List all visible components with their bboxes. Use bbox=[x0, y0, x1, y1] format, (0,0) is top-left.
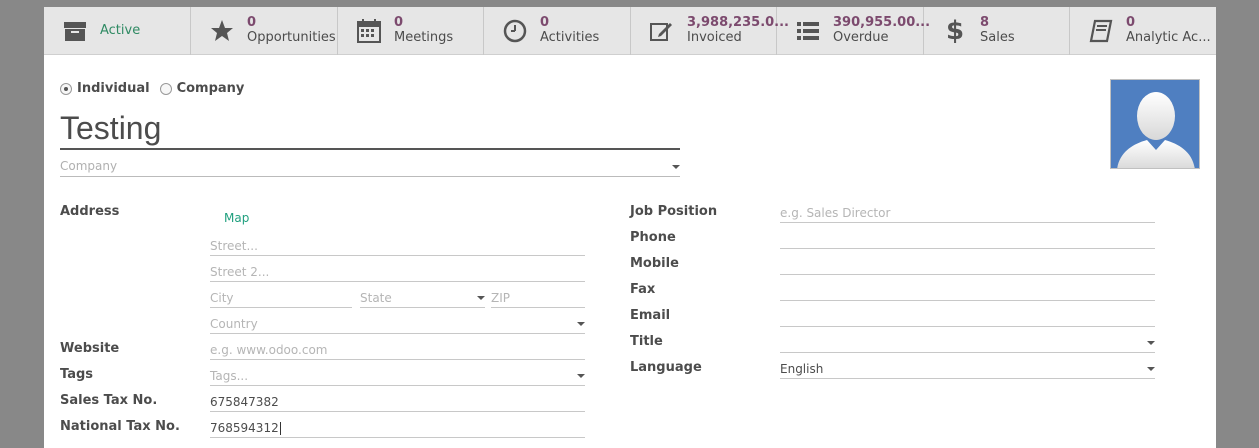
zip-input[interactable]: ZIP bbox=[491, 288, 585, 308]
sales-tax-input[interactable]: 675847382 bbox=[210, 392, 585, 412]
street2-input[interactable]: Street 2... bbox=[210, 262, 585, 282]
map-link[interactable]: Map bbox=[224, 211, 249, 225]
company-radio-label: Company bbox=[176, 81, 245, 96]
overdue-button[interactable]: 390,955.00... Overdue bbox=[777, 7, 930, 55]
language-label: Language bbox=[630, 360, 702, 375]
archive-icon bbox=[62, 18, 88, 44]
chevron-down-icon[interactable] bbox=[577, 322, 585, 326]
individual-radio[interactable]: Individual bbox=[60, 81, 150, 96]
opportunities-button[interactable]: 0 Opportunities bbox=[191, 7, 338, 55]
activities-button[interactable]: 0 Activities bbox=[484, 7, 631, 55]
clock-icon bbox=[502, 18, 528, 44]
country-placeholder: Country bbox=[210, 317, 258, 331]
state-placeholder: State bbox=[360, 291, 392, 305]
address-label: Address bbox=[60, 204, 120, 219]
overdue-label: Overdue bbox=[833, 30, 889, 45]
avatar[interactable] bbox=[1110, 79, 1200, 169]
overdue-amount: 390,955.00... bbox=[833, 15, 931, 30]
activities-count: 0 bbox=[540, 15, 550, 30]
city-input[interactable]: City bbox=[210, 288, 352, 308]
dollar-icon: $ bbox=[945, 16, 965, 46]
website-input[interactable]: e.g. www.odoo.com bbox=[210, 340, 585, 360]
email-input[interactable] bbox=[780, 307, 1155, 327]
individual-radio-label: Individual bbox=[77, 81, 150, 96]
meetings-count: 0 bbox=[394, 15, 404, 30]
invoiced-button[interactable]: 3,988,235.0... Invoiced bbox=[631, 7, 789, 55]
national-tax-value: 768594312 bbox=[210, 421, 279, 435]
analytic-accounts-button[interactable]: 0 Analytic Ac... bbox=[1070, 7, 1216, 55]
partner-name-input[interactable]: Testing bbox=[60, 108, 680, 150]
company-placeholder: Company bbox=[60, 159, 118, 173]
invoiced-amount: 3,988,235.0... bbox=[687, 15, 789, 30]
opportunities-count: 0 bbox=[247, 15, 257, 30]
website-label: Website bbox=[60, 341, 120, 356]
company-radio[interactable]: Company bbox=[159, 81, 245, 96]
tags-select[interactable]: Tags... bbox=[210, 366, 585, 386]
analytic-accounts-count: 0 bbox=[1126, 15, 1136, 30]
company-radio-circle[interactable] bbox=[159, 82, 172, 95]
language-value: English bbox=[780, 362, 824, 376]
list-icon bbox=[795, 18, 821, 44]
mobile-input[interactable] bbox=[780, 255, 1155, 275]
phone-input[interactable] bbox=[780, 229, 1155, 249]
sales-label: Sales bbox=[980, 30, 1015, 45]
title-select[interactable] bbox=[780, 333, 1155, 353]
form-sheet: Active 0 Opportunities 0 Meetings 0 Acti… bbox=[44, 7, 1216, 448]
street-input[interactable]: Street... bbox=[210, 236, 585, 256]
chevron-down-icon[interactable] bbox=[477, 296, 485, 300]
fax-label: Fax bbox=[630, 282, 656, 297]
active-toggle-button[interactable]: Active bbox=[44, 7, 191, 55]
star-icon bbox=[209, 18, 235, 44]
edit-icon bbox=[649, 18, 675, 44]
sales-count: 8 bbox=[980, 15, 990, 30]
phone-label: Phone bbox=[630, 230, 676, 245]
job-position-input[interactable]: e.g. Sales Director bbox=[780, 203, 1155, 223]
fax-input[interactable] bbox=[780, 281, 1155, 301]
company-type-selector: Individual Company bbox=[60, 81, 244, 96]
company-select[interactable]: Company bbox=[60, 157, 680, 177]
language-select[interactable]: English bbox=[780, 359, 1155, 379]
analytic-accounts-label: Analytic Ac... bbox=[1126, 30, 1211, 45]
tags-placeholder: Tags... bbox=[210, 369, 249, 383]
smart-button-box: Active 0 Opportunities 0 Meetings 0 Acti… bbox=[44, 7, 1216, 55]
chevron-down-icon[interactable] bbox=[672, 165, 680, 169]
person-silhouette-icon bbox=[1117, 92, 1195, 168]
national-tax-label: National Tax No. bbox=[60, 419, 180, 434]
chevron-down-icon[interactable] bbox=[577, 374, 585, 378]
meetings-label: Meetings bbox=[394, 30, 454, 45]
opportunities-label: Opportunities bbox=[247, 30, 336, 45]
active-label: Active bbox=[100, 23, 141, 38]
meetings-button[interactable]: 0 Meetings bbox=[338, 7, 484, 55]
national-tax-input[interactable]: 768594312 bbox=[210, 418, 585, 438]
activities-label: Activities bbox=[540, 30, 600, 45]
title-label: Title bbox=[630, 334, 663, 349]
calendar-icon bbox=[356, 18, 382, 44]
sales-tax-label: Sales Tax No. bbox=[60, 393, 158, 408]
country-select[interactable]: Country bbox=[210, 314, 585, 334]
chevron-down-icon[interactable] bbox=[1147, 341, 1155, 345]
tags-label: Tags bbox=[60, 367, 94, 382]
book-icon bbox=[1088, 18, 1114, 44]
mobile-label: Mobile bbox=[630, 256, 679, 271]
email-label: Email bbox=[630, 308, 671, 323]
chevron-down-icon[interactable] bbox=[1147, 367, 1155, 371]
invoiced-label: Invoiced bbox=[687, 30, 742, 45]
individual-radio-circle[interactable] bbox=[60, 82, 72, 95]
job-position-label: Job Position bbox=[630, 204, 718, 219]
state-select[interactable]: State bbox=[360, 288, 485, 308]
text-cursor bbox=[279, 422, 281, 435]
sales-button[interactable]: $ 8 Sales bbox=[924, 7, 1070, 55]
